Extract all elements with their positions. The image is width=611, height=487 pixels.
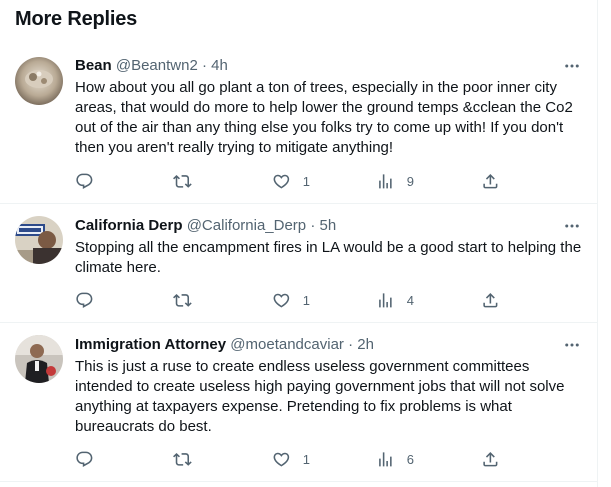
- author-handle[interactable]: @moetandcaviar: [230, 336, 344, 353]
- share-button[interactable]: [481, 171, 500, 191]
- retweet-icon: [173, 452, 192, 466]
- action-bar: 1 6: [75, 449, 585, 469]
- reply-item[interactable]: Bean @Beantwn2 · 4h How about you all go…: [0, 42, 598, 204]
- reply-icon: [76, 292, 93, 308]
- views-button[interactable]: 9: [376, 171, 414, 191]
- author-name[interactable]: California Derp: [75, 217, 183, 234]
- retweet-button[interactable]: [173, 449, 204, 469]
- author-handle[interactable]: @California_Derp: [187, 217, 306, 234]
- views-button[interactable]: 6: [376, 449, 414, 469]
- views-button[interactable]: 4: [376, 290, 414, 310]
- avatar[interactable]: [15, 216, 63, 264]
- views-icon: [379, 292, 392, 308]
- author-name[interactable]: Bean: [75, 57, 112, 74]
- reply-icon: [76, 451, 93, 467]
- avatar[interactable]: [15, 57, 63, 105]
- reply-button[interactable]: [75, 449, 106, 469]
- reply-item[interactable]: Immigration Attorney @moetandcaviar · 2h…: [0, 323, 598, 482]
- like-button[interactable]: 1: [272, 171, 310, 191]
- replies-panel: More Replies Bean @Beantwn2 · 4h How abo…: [0, 0, 598, 487]
- like-button[interactable]: 1: [272, 449, 310, 469]
- views-icon: [379, 451, 392, 467]
- reply-header: California Derp @California_Derp · 5h: [75, 216, 336, 236]
- more-icon[interactable]: [562, 216, 582, 236]
- reply-item[interactable]: California Derp @California_Derp · 5h St…: [0, 204, 598, 323]
- reply-button[interactable]: [75, 290, 106, 310]
- views-icon: [379, 173, 392, 189]
- share-icon: [483, 292, 498, 308]
- more-icon[interactable]: [562, 56, 582, 76]
- share-icon: [483, 451, 498, 467]
- views-count: 4: [406, 292, 414, 308]
- views-count: 9: [406, 173, 414, 189]
- like-icon: [273, 293, 290, 308]
- section-title: More Replies: [15, 8, 138, 30]
- like-icon: [273, 452, 290, 467]
- reply-button[interactable]: [75, 171, 106, 191]
- author-name[interactable]: Immigration Attorney: [75, 336, 226, 353]
- separator-dot: ·: [201, 57, 207, 74]
- retweet-button[interactable]: [173, 171, 204, 191]
- like-icon: [273, 174, 290, 189]
- reply-text: Stopping all the encampment fires in LA …: [75, 239, 582, 276]
- separator-dot: ·: [348, 336, 354, 353]
- share-icon: [483, 173, 498, 189]
- action-bar: 1 9: [75, 171, 585, 191]
- like-count: 1: [302, 173, 310, 189]
- timestamp[interactable]: 2h: [357, 336, 374, 353]
- retweet-icon: [173, 174, 192, 188]
- reply-header: Immigration Attorney @moetandcaviar · 2h: [75, 335, 374, 355]
- reply-icon: [76, 173, 93, 189]
- action-bar: 1 4: [75, 290, 585, 310]
- like-count: 1: [302, 292, 310, 308]
- retweet-icon: [173, 293, 192, 307]
- author-handle[interactable]: @Beantwn2: [116, 57, 198, 74]
- more-icon[interactable]: [562, 335, 582, 355]
- reply-text: How about you all go plant a ton of tree…: [75, 79, 573, 156]
- like-button[interactable]: 1: [272, 290, 310, 310]
- avatar[interactable]: [15, 335, 63, 383]
- timestamp[interactable]: 4h: [211, 57, 228, 74]
- timestamp[interactable]: 5h: [320, 217, 337, 234]
- retweet-button[interactable]: [173, 290, 204, 310]
- reply-header: Bean @Beantwn2 · 4h: [75, 56, 228, 76]
- like-count: 1: [302, 451, 310, 467]
- reply-text: This is just a ruse to create endless us…: [75, 358, 565, 435]
- views-count: 6: [406, 451, 414, 467]
- share-button[interactable]: [481, 290, 500, 310]
- share-button[interactable]: [481, 449, 500, 469]
- separator-dot: ·: [310, 217, 316, 234]
